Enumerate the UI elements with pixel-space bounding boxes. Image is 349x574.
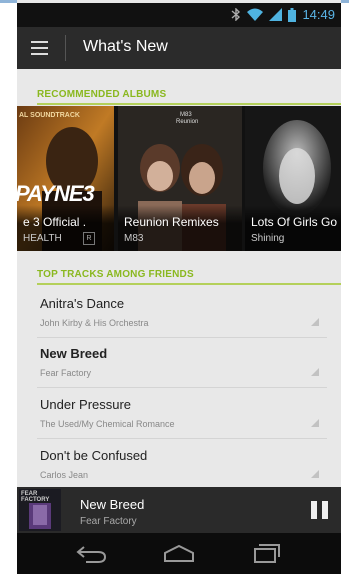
overflow-corner-icon[interactable] (311, 318, 319, 326)
now-playing-thumbnail: FEAR FACTORY (19, 489, 61, 531)
album-card[interactable]: M83 Reunion Reunion Remixes M83 (118, 106, 242, 251)
system-nav-bar (17, 533, 341, 574)
track-title: Don't be Confused (40, 448, 148, 463)
overflow-corner-icon[interactable] (311, 470, 319, 478)
recommended-albums-heading: RECOMMENDED ALBUMS (37, 89, 167, 100)
track-title: New Breed (40, 346, 108, 361)
track-row[interactable]: Anitra's Dance John Kirby & His Orchestr… (37, 288, 341, 338)
track-row[interactable]: Don't be Confused Carlos Jean (37, 440, 341, 490)
track-row[interactable]: Under Pressure The Used/My Chemical Roma… (37, 389, 341, 439)
hamburger-menu-icon[interactable] (23, 35, 57, 61)
album-carousel[interactable]: AL SOUNDTRACK PAYNE3 e 3 Official . HEAL… (17, 106, 341, 251)
page-title: What's New (83, 38, 168, 55)
album-artist: HEALTH (23, 233, 62, 244)
album-card[interactable]: Lots Of Girls Go Shining (245, 106, 341, 251)
action-bar: What's New (17, 27, 341, 69)
home-icon[interactable] (159, 541, 199, 565)
signal-icon (269, 8, 283, 21)
section-divider (37, 103, 341, 105)
battery-icon (288, 7, 297, 22)
phone-screen: 14:49 What's New RECOMMENDED ALBUMS AL S… (17, 0, 341, 574)
clock: 14:49 (302, 7, 335, 22)
row-separator (37, 438, 327, 439)
now-playing-title: New Breed (80, 497, 145, 512)
wifi-icon (247, 8, 264, 21)
album-art-subtext: AL SOUNDTRACK (19, 112, 80, 119)
overflow-corner-icon[interactable] (311, 419, 319, 427)
top-tracks-heading: TOP TRACKS AMONG FRIENDS (37, 269, 194, 280)
row-separator (37, 387, 327, 388)
track-artist: The Used/My Chemical Romance (40, 419, 175, 429)
pause-icon[interactable] (311, 501, 329, 519)
back-icon[interactable] (72, 541, 112, 565)
track-artist: Fear Factory (40, 368, 92, 378)
album-art-text: M83 (180, 112, 192, 118)
track-row[interactable]: New Breed Fear Factory (37, 338, 341, 388)
section-divider (37, 283, 341, 285)
thumbnail-text: FEAR FACTORY (21, 491, 50, 503)
album-card[interactable]: AL SOUNDTRACK PAYNE3 e 3 Official . HEAL… (17, 106, 114, 251)
track-artist: John Kirby & His Orchestra (40, 318, 149, 328)
album-artist: Shining (251, 233, 285, 244)
album-artist: M83 (124, 233, 144, 244)
recent-apps-icon[interactable] (245, 541, 285, 565)
now-playing-bar[interactable]: FEAR FACTORY New Breed Fear Factory (17, 487, 341, 533)
status-bar: 14:49 (17, 3, 341, 27)
track-title: Under Pressure (40, 397, 132, 412)
track-title: Anitra's Dance (40, 296, 125, 311)
bluetooth-icon (231, 8, 241, 21)
album-name: Lots Of Girls Go (251, 215, 338, 229)
album-name: e 3 Official . (23, 215, 87, 229)
track-artist: Carlos Jean (40, 470, 89, 480)
action-bar-divider (65, 35, 66, 61)
rating-badge-icon: R (83, 232, 95, 245)
overflow-corner-icon[interactable] (311, 368, 319, 376)
album-art-text: PAYNE3 (17, 181, 95, 206)
now-playing-artist: Fear Factory (80, 516, 137, 527)
album-name: Reunion Remixes (124, 215, 219, 229)
album-art-subtext: Reunion (176, 119, 199, 125)
